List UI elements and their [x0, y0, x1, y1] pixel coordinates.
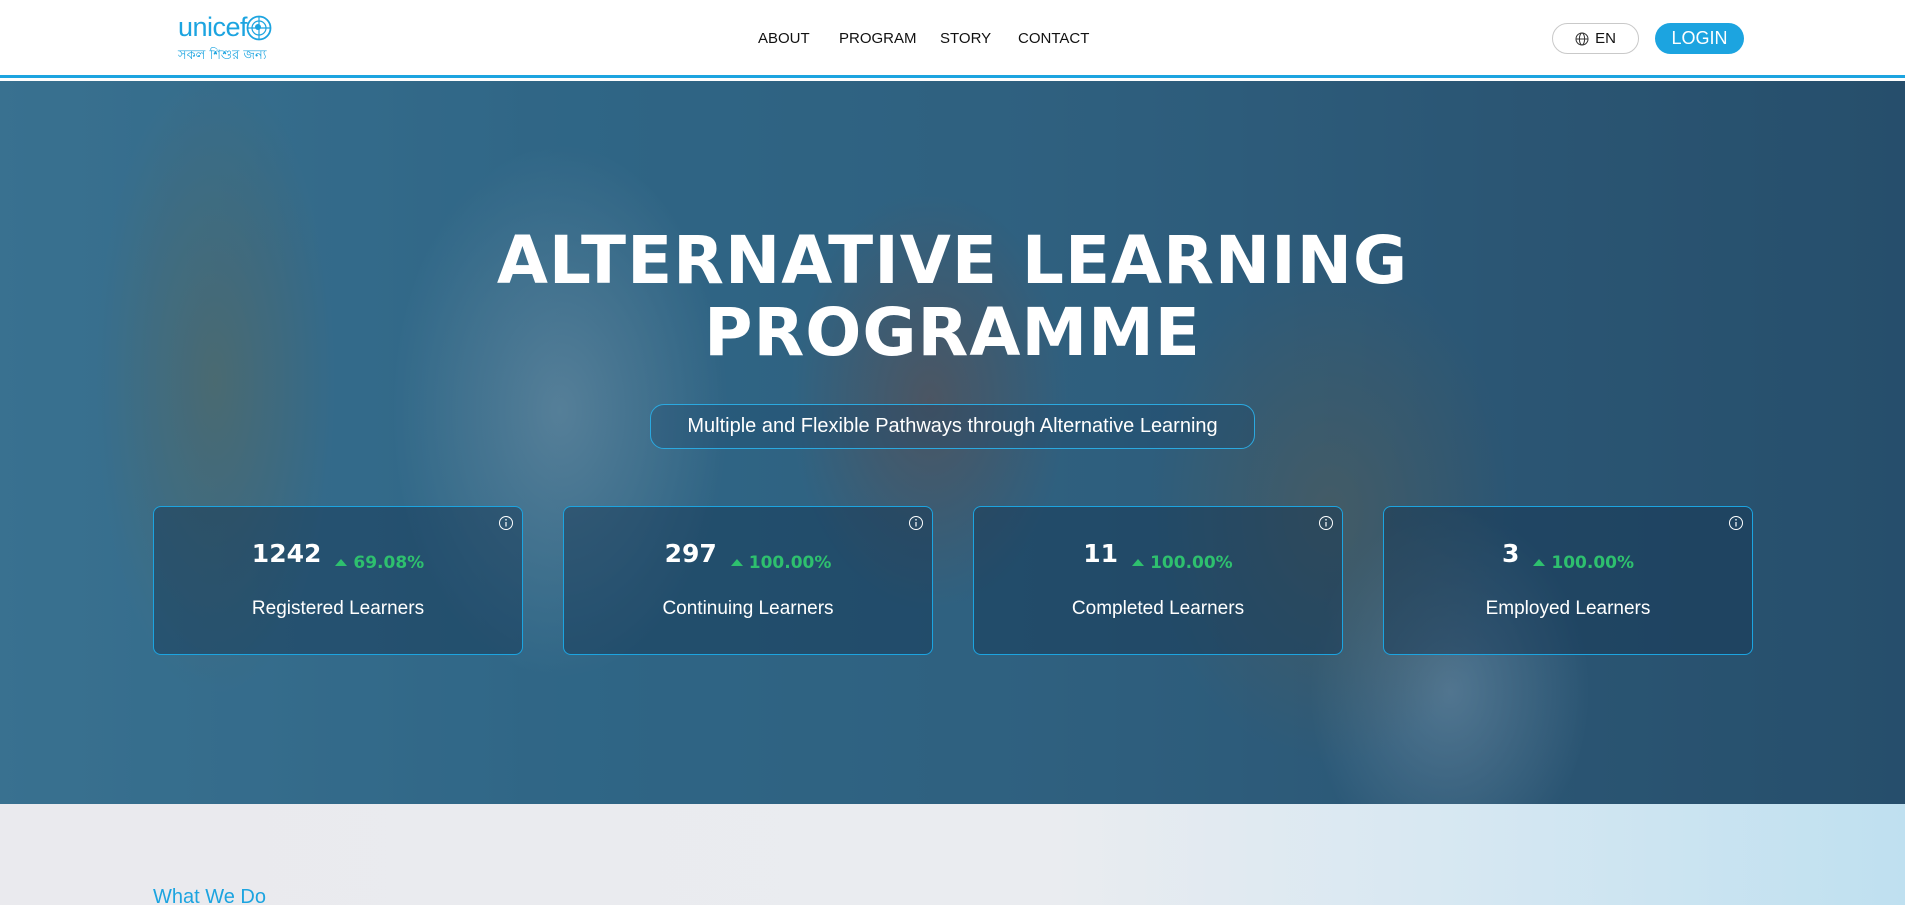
- info-icon[interactable]: [1728, 515, 1744, 531]
- login-button[interactable]: LOGIN: [1655, 23, 1744, 54]
- arrow-up-icon: [335, 559, 348, 566]
- stat-label: Completed Learners: [1071, 598, 1245, 619]
- arrow-up-icon: [1533, 559, 1546, 566]
- hero-title-line2: PROGRAMME: [704, 294, 1201, 371]
- stat-value: 11: [1083, 539, 1119, 568]
- nav-contact[interactable]: CONTACT: [1018, 30, 1089, 47]
- nav-story[interactable]: STORY: [940, 30, 991, 47]
- stat-change-value: 100.00%: [1551, 552, 1635, 573]
- stat-value: 1242: [251, 539, 322, 568]
- info-icon[interactable]: [1318, 515, 1334, 531]
- stat-change: 100.00%: [1533, 553, 1634, 573]
- section-title: What We Do: [153, 886, 266, 905]
- stat-card-completed: 11 100.00% Completed Learners: [973, 506, 1343, 655]
- stat-values: 297 100.00%: [564, 539, 932, 573]
- info-icon[interactable]: [498, 515, 514, 531]
- stat-card-continuing: 297 100.00% Continuing Learners: [563, 506, 933, 655]
- stat-value: 297: [664, 539, 717, 568]
- hero-title: ALTERNATIVE LEARNING PROGRAMME: [0, 225, 1905, 369]
- info-icon[interactable]: [908, 515, 924, 531]
- nav-about[interactable]: ABOUT: [758, 30, 810, 47]
- stat-values: 3 100.00%: [1384, 539, 1752, 573]
- site-header: unicef সকল শিশুর জন্য ABOUT PROGRAM STOR…: [0, 0, 1905, 78]
- hero-section: ALTERNATIVE LEARNING PROGRAMME Multiple …: [0, 81, 1905, 804]
- what-we-do-section: What We Do: [0, 804, 1905, 905]
- logo-tagline: সকল শিশুর জন্য: [178, 48, 267, 63]
- stat-change: 100.00%: [1132, 553, 1233, 573]
- stat-label: Employed Learners: [1485, 598, 1651, 619]
- stat-change: 69.08%: [335, 553, 424, 573]
- arrow-up-icon: [730, 559, 743, 566]
- stat-value: 3: [1501, 539, 1520, 568]
- stat-change-value: 69.08%: [353, 552, 425, 573]
- language-button[interactable]: EN: [1552, 23, 1639, 54]
- language-label: EN: [1595, 30, 1616, 47]
- hero-subtitle: Multiple and Flexible Pathways through A…: [650, 404, 1255, 449]
- logo-wordmark: unicef: [178, 12, 248, 42]
- stat-label: Continuing Learners: [662, 598, 834, 619]
- hero-title-line1: ALTERNATIVE LEARNING: [496, 222, 1409, 299]
- arrow-up-icon: [1132, 559, 1145, 566]
- globe-icon: [1575, 32, 1589, 45]
- stat-change-value: 100.00%: [748, 552, 832, 573]
- stat-card-registered: 1242 69.08% Registered Learners: [153, 506, 523, 655]
- stat-values: 1242 69.08%: [154, 539, 522, 573]
- stat-values: 11 100.00%: [974, 539, 1342, 573]
- stat-label: Registered Learners: [251, 598, 425, 619]
- unicef-globe-icon: [246, 15, 272, 41]
- stat-card-employed: 3 100.00% Employed Learners: [1383, 506, 1753, 655]
- stat-change-value: 100.00%: [1150, 552, 1233, 573]
- unicef-logo[interactable]: unicef সকল শিশুর জন্য: [178, 12, 272, 66]
- stat-change: 100.00%: [730, 552, 832, 573]
- nav-program[interactable]: PROGRAM: [839, 30, 917, 47]
